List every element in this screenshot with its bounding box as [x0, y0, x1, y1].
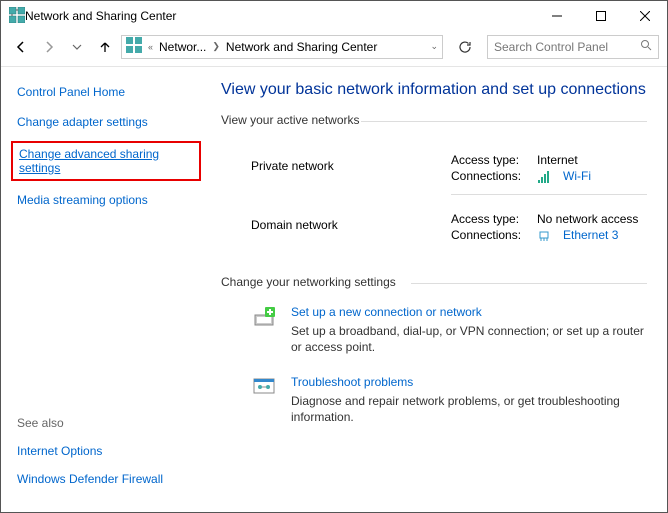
ethernet-icon — [537, 228, 553, 243]
internet-options-link[interactable]: Internet Options — [17, 444, 195, 458]
highlighted-sidebar-item: Change advanced sharing settings — [11, 141, 201, 181]
chevron-down-icon[interactable]: ⌄ — [430, 41, 438, 52]
access-type-value: Internet — [537, 153, 578, 167]
minimize-button[interactable] — [535, 1, 579, 31]
network-name: Private network — [251, 153, 451, 186]
setup-connection-desc: Set up a broadband, dial-up, or VPN conn… — [291, 323, 647, 355]
forward-button[interactable] — [37, 35, 61, 59]
page-title: View your basic network information and … — [221, 81, 647, 99]
network-sharing-icon — [9, 7, 25, 26]
maximize-button[interactable] — [579, 1, 623, 31]
ethernet-connection-link[interactable]: Ethernet 3 — [563, 228, 618, 242]
main-panel: View your basic network information and … — [211, 67, 667, 512]
breadcrumb-sep-icon[interactable]: « — [148, 42, 153, 52]
troubleshoot-icon — [251, 375, 277, 425]
connections-label: Connections: — [451, 228, 527, 242]
recent-locations-button[interactable] — [65, 35, 89, 59]
titlebar: Network and Sharing Center — [1, 1, 667, 31]
access-type-label: Access type: — [451, 212, 527, 226]
close-button[interactable] — [623, 1, 667, 31]
chevron-right-icon[interactable]: ❯ — [212, 41, 220, 52]
media-streaming-options-link[interactable]: Media streaming options — [17, 193, 195, 207]
breadcrumb-current[interactable]: Network and Sharing Center — [226, 40, 377, 54]
breadcrumb[interactable]: « Networ... ❯ Network and Sharing Center… — [121, 35, 443, 59]
troubleshoot-desc: Diagnose and repair network problems, or… — [291, 393, 647, 425]
window-title: Network and Sharing Center — [25, 9, 176, 23]
wifi-connection-link[interactable]: Wi-Fi — [563, 169, 591, 183]
breadcrumb-parent[interactable]: Networ... — [159, 40, 206, 54]
setup-connection-icon — [251, 305, 277, 355]
wifi-signal-icon — [537, 169, 553, 184]
search-placeholder: Search Control Panel — [494, 40, 608, 54]
network-row-domain: Domain network Access type: No network a… — [221, 196, 647, 255]
refresh-button[interactable] — [453, 35, 477, 59]
troubleshoot-link[interactable]: Troubleshoot problems — [291, 375, 647, 389]
change-adapter-settings-link[interactable]: Change adapter settings — [17, 115, 195, 129]
back-button[interactable] — [9, 35, 33, 59]
active-networks-header: View your active networks — [221, 113, 647, 133]
see-also-label: See also — [17, 416, 195, 430]
setup-connection-link[interactable]: Set up a new connection or network — [291, 305, 647, 319]
toolbar: « Networ... ❯ Network and Sharing Center… — [1, 31, 667, 67]
search-icon — [640, 39, 652, 54]
network-row-private: Private network Access type: Internet Co… — [221, 137, 647, 196]
troubleshoot-item: Troubleshoot problems Diagnose and repai… — [221, 369, 647, 439]
access-type-label: Access type: — [451, 153, 527, 167]
change-networking-header: Change your networking settings — [221, 275, 647, 295]
windows-defender-firewall-link[interactable]: Windows Defender Firewall — [17, 472, 195, 486]
sidebar: Control Panel Home Change adapter settin… — [1, 67, 211, 512]
up-button[interactable] — [93, 35, 117, 59]
control-panel-home-link[interactable]: Control Panel Home — [17, 85, 195, 99]
access-type-value: No network access — [537, 212, 638, 226]
change-advanced-sharing-link[interactable]: Change advanced sharing settings — [19, 147, 159, 175]
connections-label: Connections: — [451, 169, 527, 183]
breadcrumb-icon — [126, 37, 142, 56]
network-name: Domain network — [251, 212, 451, 245]
setup-connection-item: Set up a new connection or network Set u… — [221, 299, 647, 369]
search-input[interactable]: Search Control Panel — [487, 35, 659, 59]
